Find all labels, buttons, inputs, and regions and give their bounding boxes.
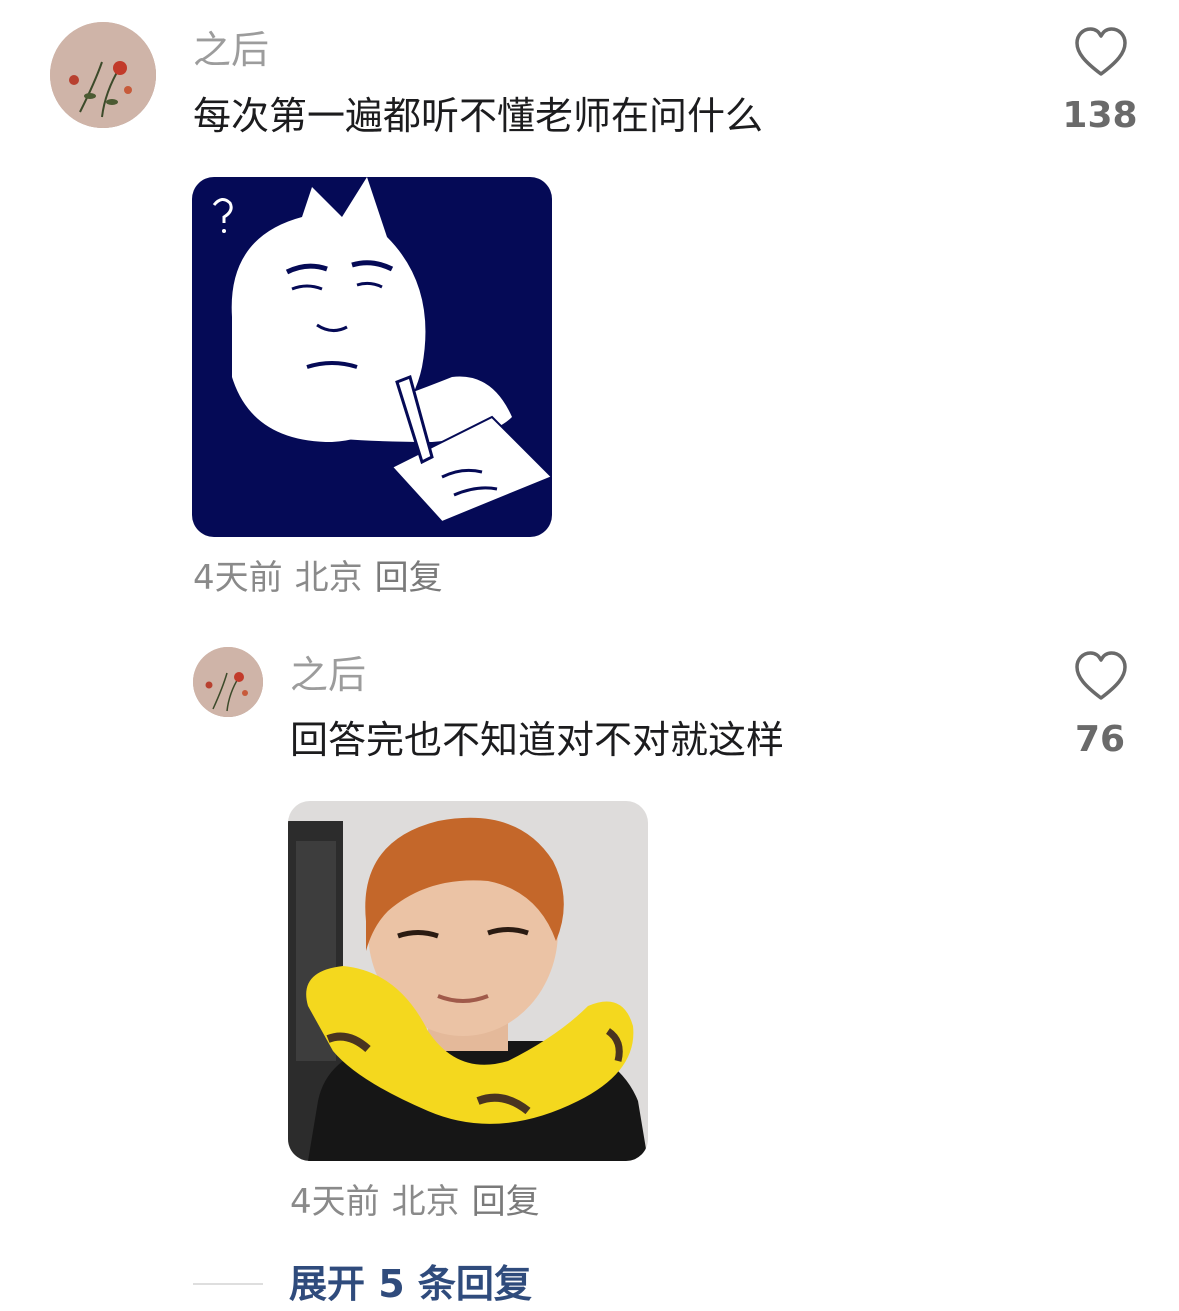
comment-sticker-image[interactable] <box>288 801 648 1161</box>
comment-meta: 4天前 北京 回复 <box>193 558 443 598</box>
comment-time: 4天前 <box>290 1182 380 1222</box>
like-button[interactable] <box>1071 22 1131 82</box>
heart-icon <box>1075 27 1127 76</box>
rose-avatar-image <box>193 647 263 717</box>
divider <box>193 1283 263 1285</box>
comment-username[interactable]: 之后 <box>290 655 366 695</box>
comment-location: 北京 <box>391 1182 460 1222</box>
avatar[interactable] <box>193 647 263 717</box>
rose-avatar-image <box>50 22 156 128</box>
reply-button[interactable]: 回复 <box>472 1182 540 1222</box>
comment-sticker-image[interactable] <box>192 177 552 537</box>
reply-button[interactable]: 回复 <box>375 558 443 598</box>
heart-icon <box>1075 651 1127 700</box>
expand-replies[interactable]: 展开 5 条回复 <box>193 1262 532 1306</box>
like-count: 138 <box>1062 95 1138 136</box>
avatar[interactable] <box>50 22 156 128</box>
expand-replies-link[interactable]: 展开 5 条回复 <box>289 1262 532 1306</box>
comment-text: 回答完也不知道对不对就这样 <box>290 718 785 762</box>
like-button[interactable] <box>1071 646 1131 706</box>
comment-username[interactable]: 之后 <box>193 30 269 70</box>
comment-time: 4天前 <box>193 558 283 598</box>
like-count: 76 <box>1074 719 1126 760</box>
person-neck-pillow-sticker <box>288 801 648 1161</box>
cat-writing-sticker <box>192 177 552 537</box>
comment-text: 每次第一遍都听不懂老师在问什么 <box>193 94 764 138</box>
comment-location: 北京 <box>294 558 363 598</box>
comment-meta: 4天前 北京 回复 <box>290 1182 540 1222</box>
